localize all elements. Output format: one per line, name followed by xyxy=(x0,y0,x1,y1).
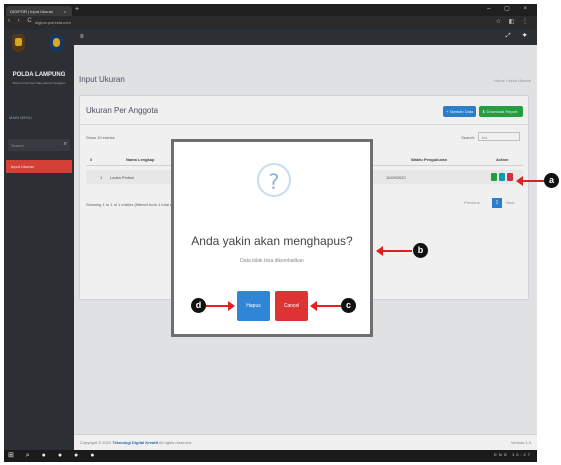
annotation-a-badge: a xyxy=(544,173,559,188)
annotation-b-arrow xyxy=(382,250,412,252)
address-bar: ‹ › C digipor.polresta.com ☆ ◧ ⋮ xyxy=(4,16,537,29)
browser-tab[interactable]: DIGIPOR | Input Ukuran × xyxy=(6,6,72,16)
dialog-title: Anda yakin akan menghapus? xyxy=(191,234,353,248)
confirm-delete-button[interactable]: Hapus xyxy=(237,291,270,321)
annotation-b-badge: b xyxy=(413,243,428,258)
taskbar: ⊞ ⌕ ● ● ● ● ENG 10:27 xyxy=(4,450,537,462)
browser-nav-buttons[interactable]: ‹ › C xyxy=(8,18,35,24)
annotation-d-arrowhead xyxy=(228,301,235,311)
system-tray[interactable]: ENG 10:27 xyxy=(494,452,532,457)
annotation-d-arrow xyxy=(206,305,229,307)
browser-tabbar: DIGIPOR | Input Ukuran × + – ▢ × xyxy=(4,4,537,16)
question-icon: ? xyxy=(257,163,291,197)
url-field[interactable]: digipor.polresta.com xyxy=(32,19,92,26)
browser-toolbar-icons[interactable]: ☆ ◧ ⋮ xyxy=(496,18,531,25)
annotation-c-badge: c xyxy=(341,298,356,313)
annotation-a-arrow xyxy=(521,180,544,182)
annotation-c-arrow xyxy=(316,305,341,307)
tab-close-icon[interactable]: × xyxy=(64,9,66,14)
cancel-button[interactable]: Cancel xyxy=(275,291,308,321)
window-controls[interactable]: – ▢ × xyxy=(487,5,533,12)
new-tab-icon[interactable]: + xyxy=(75,6,79,14)
browser-tab-title: DIGIPOR | Input Ukuran xyxy=(10,9,54,14)
annotation-d-badge: d xyxy=(191,298,206,313)
taskbar-app-icons[interactable]: ⊞ ⌕ ● ● ● ● xyxy=(8,451,99,460)
question-mark: ? xyxy=(268,170,280,194)
dialog-text: Data tidak bisa dikembalikan xyxy=(240,258,304,264)
